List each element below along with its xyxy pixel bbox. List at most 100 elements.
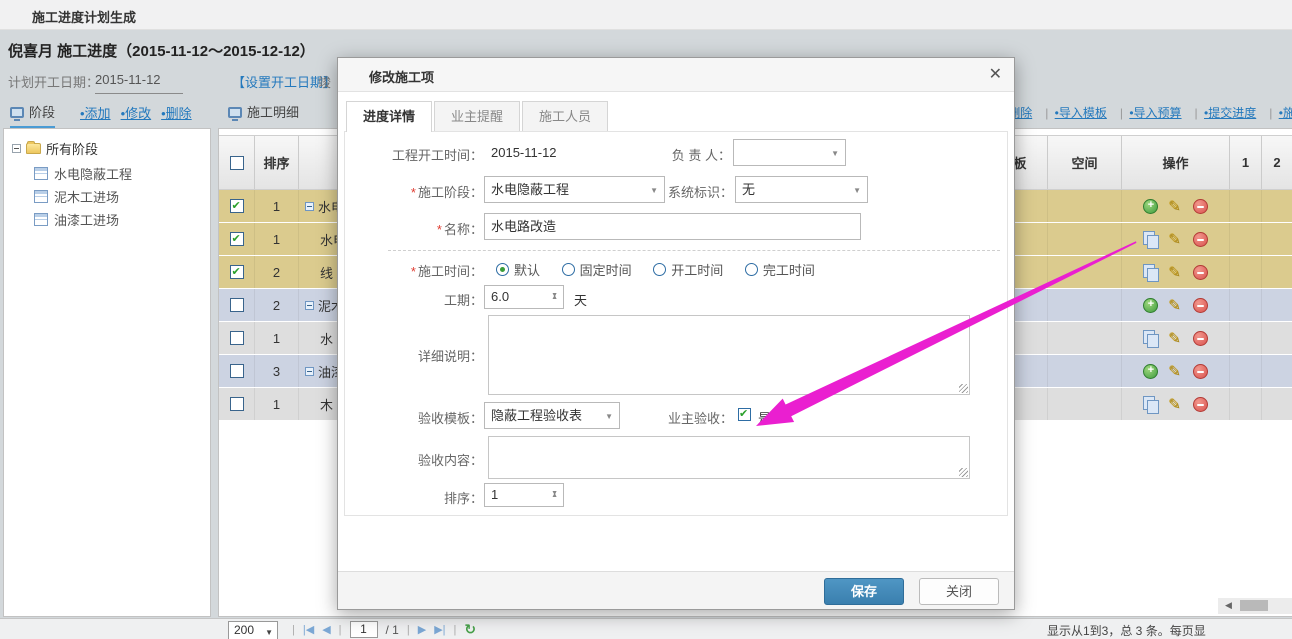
close-button[interactable]: 关闭 <box>919 578 999 605</box>
edit-icon[interactable] <box>1168 232 1183 247</box>
row-checkbox[interactable] <box>230 397 244 411</box>
radio-start-time[interactable]: 开工时间 <box>653 260 723 279</box>
delete-icon[interactable] <box>1193 199 1208 214</box>
plan-start-label: 计划开工日期： <box>8 72 99 91</box>
owner-accept-yes: 是 <box>758 408 771 427</box>
header-col1: 1 <box>1230 136 1262 189</box>
delete-icon[interactable] <box>1193 397 1208 412</box>
tab-owner-remind[interactable]: 业主提醒 <box>434 101 520 132</box>
scroll-left-icon[interactable]: ◀ <box>1225 600 1232 611</box>
edit-icon[interactable] <box>1168 331 1183 346</box>
tree-item-label: 水电隐蔽工程 <box>54 164 132 183</box>
edit-icon[interactable] <box>1168 397 1183 412</box>
scrollbar-thumb[interactable] <box>1240 600 1268 611</box>
import-template-link[interactable]: •导入模板 <box>1055 106 1107 120</box>
delete-icon[interactable] <box>1193 298 1208 313</box>
stage-add-link[interactable]: •添加 <box>80 106 111 121</box>
copy-icon[interactable] <box>1143 231 1158 247</box>
stage-panel-links: •添加 •修改 •删除 <box>80 103 202 122</box>
add-icon[interactable] <box>1143 364 1158 379</box>
delete-icon[interactable] <box>1193 364 1208 379</box>
dialog-header[interactable]: 修改施工项 ✕ <box>338 58 1014 92</box>
edit-icon[interactable] <box>1168 298 1183 313</box>
collapse-icon[interactable] <box>305 367 314 376</box>
owner-accept-label: 业主验收： <box>593 408 733 427</box>
tree-root-all-stages[interactable]: 所有阶段 <box>12 139 98 158</box>
row-checkbox[interactable] <box>230 298 244 312</box>
edit-icon[interactable] <box>1168 265 1183 280</box>
work-time-radios: 默认 固定时间 开工时间 完工时间 <box>496 260 833 279</box>
edit-icon[interactable] <box>1168 364 1183 379</box>
top-bar: 施工进度计划生成 <box>0 0 1292 30</box>
collapse-icon[interactable] <box>305 301 314 310</box>
row-order: 1 <box>255 388 299 420</box>
stage-panel-header: 阶段 <box>10 102 55 121</box>
dialog-tabs: 进度详情 业主提醒 施工人员 <box>346 101 610 132</box>
radio-finish-time[interactable]: 完工时间 <box>745 260 815 279</box>
detail-panel-title: 施工明细 <box>247 105 299 120</box>
page-size-select[interactable]: 200 <box>228 621 278 639</box>
sort-stepper[interactable]: 1 <box>484 483 564 507</box>
tree-item-nimu[interactable]: 泥木工进场 <box>34 185 132 208</box>
add-icon[interactable] <box>1143 298 1158 313</box>
horizontal-scrollbar[interactable]: ◀ <box>1218 598 1292 614</box>
name-input[interactable]: 水电路改造 <box>484 213 861 240</box>
close-icon[interactable]: ✕ <box>989 64 1002 84</box>
page-title: 倪喜月 施工进度（2015-11-12～2015-12-12） <box>8 40 315 61</box>
dialog-title: 修改施工项 <box>369 67 434 86</box>
tree-item-shuidian[interactable]: 水电隐蔽工程 <box>34 162 132 185</box>
add-icon[interactable] <box>1143 199 1158 214</box>
accept-template-label: 验收模板： <box>343 408 483 427</box>
collapse-icon[interactable] <box>305 202 314 211</box>
delete-icon[interactable] <box>1193 232 1208 247</box>
save-button[interactable]: 保存 <box>824 578 904 605</box>
delete-icon[interactable] <box>1193 265 1208 280</box>
row-checkbox[interactable] <box>230 265 244 279</box>
stage-delete-link[interactable]: •删除 <box>161 106 192 121</box>
next-page-icon[interactable]: ▶ <box>418 623 426 636</box>
detail-toolbar: •批量删除| •导入模板| •导入预算| •提交进度| •施 <box>980 104 1292 121</box>
manager-dropdown[interactable] <box>733 139 846 166</box>
import-budget-link[interactable]: •导入预算 <box>1129 106 1181 120</box>
radio-fixed-time[interactable]: 固定时间 <box>562 260 632 279</box>
tree-item-youqi[interactable]: 油漆工进场 <box>34 208 132 231</box>
description-textarea[interactable] <box>488 315 970 395</box>
refresh-icon[interactable]: ↻ <box>464 621 476 638</box>
row-order: 1 <box>255 322 299 354</box>
edit-icon[interactable] <box>1168 199 1183 214</box>
toolbar-link-partial[interactable]: •施 <box>1279 106 1292 120</box>
table-icon <box>34 167 48 180</box>
submit-progress-link[interactable]: •提交进度 <box>1204 106 1256 120</box>
radio-default[interactable]: 默认 <box>496 260 540 279</box>
copy-icon[interactable] <box>1143 330 1158 346</box>
row-checkbox[interactable] <box>230 364 244 378</box>
row-checkbox[interactable] <box>230 232 244 246</box>
owner-accept-checkbox[interactable] <box>738 408 751 421</box>
tab-workers[interactable]: 施工人员 <box>522 101 608 132</box>
table-icon <box>34 190 48 203</box>
last-page-icon[interactable]: ▶| <box>434 623 445 636</box>
manager-label: 负 责 人： <box>591 145 731 164</box>
tree-item-label: 油漆工进场 <box>54 210 119 229</box>
row-checkbox[interactable] <box>230 199 244 213</box>
page-number-input[interactable]: 1 <box>350 621 378 638</box>
dialog-footer: 保存 关闭 <box>338 571 1014 609</box>
plan-start-date-field[interactable]: 2015-11-12 <box>95 72 183 94</box>
select-all-checkbox[interactable] <box>230 156 244 170</box>
collapse-icon[interactable] <box>12 144 21 153</box>
row-checkbox[interactable] <box>230 331 244 345</box>
sys-flag-dropdown[interactable]: 无 <box>735 176 868 203</box>
duration-stepper[interactable]: 6.0 <box>484 285 564 309</box>
copy-icon[interactable] <box>1143 264 1158 280</box>
radio-icon <box>745 263 758 276</box>
pagination-bar: 200 | |◀ ◀ | 1 / 1 | ▶ ▶| | ↻ 显示从1到3，总 3… <box>0 618 1292 639</box>
delete-icon[interactable] <box>1193 331 1208 346</box>
accept-content-textarea[interactable] <box>488 436 970 479</box>
tab-progress-detail[interactable]: 进度详情 <box>346 101 432 132</box>
stage-modify-link[interactable]: •修改 <box>121 106 152 121</box>
copy-icon[interactable] <box>1143 396 1158 412</box>
monitor-icon <box>228 107 242 118</box>
accept-content-label: 验收内容： <box>343 450 483 469</box>
prev-page-icon[interactable]: ◀ <box>322 623 330 636</box>
first-page-icon[interactable]: |◀ <box>303 623 314 636</box>
